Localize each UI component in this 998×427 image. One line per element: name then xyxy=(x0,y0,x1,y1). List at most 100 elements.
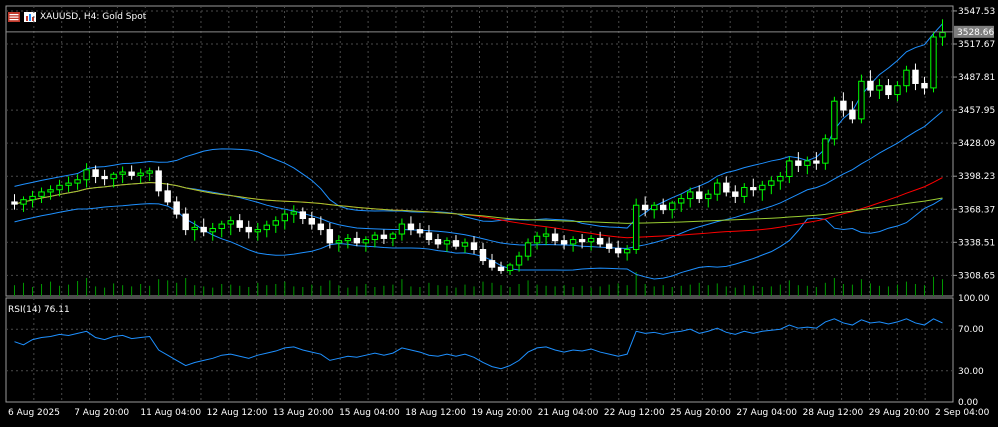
candle xyxy=(29,190,36,208)
candle-body xyxy=(831,100,838,140)
candle xyxy=(290,205,298,223)
candle-body xyxy=(623,249,631,254)
candle xyxy=(641,196,649,217)
candle-body xyxy=(632,204,640,251)
candle xyxy=(858,74,865,124)
candle xyxy=(119,166,126,184)
candle xyxy=(398,218,406,241)
candle-body xyxy=(308,218,316,225)
candle-body xyxy=(939,32,946,38)
candle xyxy=(38,187,45,204)
candle xyxy=(777,172,784,190)
candle xyxy=(173,196,180,219)
candle xyxy=(849,101,856,124)
candle-body xyxy=(858,80,865,120)
moving-average-fast xyxy=(14,182,943,224)
candle-body xyxy=(705,193,712,200)
candle xyxy=(903,65,910,93)
candle-body xyxy=(876,85,883,91)
rsi-tick-label: 100.00 xyxy=(958,294,990,304)
x-tick-label: 6 Aug 2025 xyxy=(8,408,60,418)
candle-body xyxy=(200,226,207,233)
candle xyxy=(632,198,640,254)
candle-body xyxy=(885,85,892,96)
candle-body xyxy=(263,224,270,231)
candle-body xyxy=(497,266,505,272)
candle-body xyxy=(164,190,171,203)
candle xyxy=(65,176,72,192)
candle xyxy=(705,189,712,208)
candle-body xyxy=(822,138,829,164)
x-tick-label: 21 Aug 04:00 xyxy=(538,408,599,418)
candle-body xyxy=(11,201,18,205)
candle-body xyxy=(930,36,937,89)
candle xyxy=(209,222,216,241)
candle-body xyxy=(488,260,496,268)
moving-average-slow xyxy=(14,177,943,239)
candle-body xyxy=(714,182,721,195)
candle-body xyxy=(894,85,901,96)
candle xyxy=(299,207,307,225)
x-tick-label: 12 Aug 12:00 xyxy=(207,408,268,418)
candle-body xyxy=(723,182,730,193)
candle-body xyxy=(191,226,198,231)
candle-body xyxy=(47,189,54,193)
candle-body xyxy=(614,247,622,254)
candle xyxy=(587,235,595,251)
candle xyxy=(678,194,685,212)
candle xyxy=(497,261,505,274)
x-tick-label: 18 Aug 12:00 xyxy=(405,408,466,418)
candle-body xyxy=(732,191,739,197)
candle-body xyxy=(335,240,343,244)
candle xyxy=(741,183,748,204)
y-tick-label: 3517.67 xyxy=(958,40,995,50)
candle xyxy=(524,238,532,261)
candle xyxy=(245,220,252,239)
candle-body xyxy=(344,237,352,242)
candle xyxy=(515,251,523,272)
x-tick-label: 25 Aug 20:00 xyxy=(670,408,731,418)
candle xyxy=(164,183,171,206)
candle-body xyxy=(182,213,189,231)
candles xyxy=(11,19,946,275)
price-chart[interactable]: 3547.53 3517.67 3487.81 3457.95 3428.09 3398.… xyxy=(0,0,998,427)
rsi-tick-label: 70.00 xyxy=(958,325,984,335)
candle-body xyxy=(452,240,460,247)
rsi-tick-label: 30.00 xyxy=(958,367,984,377)
x-tick-label: 2 Sep 04:00 xyxy=(935,408,990,418)
candle-body xyxy=(56,184,63,191)
candle-body xyxy=(245,226,252,233)
bollinger-upper xyxy=(14,23,943,229)
candle xyxy=(605,237,613,253)
candle xyxy=(560,235,568,250)
candle-body xyxy=(605,243,613,249)
candle xyxy=(912,63,919,91)
candle xyxy=(11,194,18,210)
candle xyxy=(308,211,316,230)
candle xyxy=(759,180,766,201)
candle xyxy=(506,262,514,275)
x-tick-label: 27 Aug 04:00 xyxy=(736,408,797,418)
candle-body xyxy=(506,264,514,272)
x-tick-label: 11 Aug 04:00 xyxy=(140,408,201,418)
candle xyxy=(876,79,883,99)
candle-body xyxy=(146,170,153,174)
candle xyxy=(146,167,153,181)
candle-body xyxy=(515,255,523,266)
candle-body xyxy=(218,223,225,229)
candle-body xyxy=(777,175,784,182)
candle xyxy=(407,216,415,236)
rsi-line xyxy=(14,318,943,370)
candle xyxy=(723,176,730,197)
candle xyxy=(344,234,352,249)
candle xyxy=(831,96,838,146)
bollinger-middle xyxy=(14,110,943,250)
candle-body xyxy=(921,82,928,89)
candle-body xyxy=(92,169,99,177)
candle-body xyxy=(326,229,334,244)
candle-body xyxy=(74,179,81,184)
candle xyxy=(470,236,478,254)
candle-body xyxy=(155,170,162,192)
candle xyxy=(47,185,54,200)
volume-bars xyxy=(14,272,943,296)
